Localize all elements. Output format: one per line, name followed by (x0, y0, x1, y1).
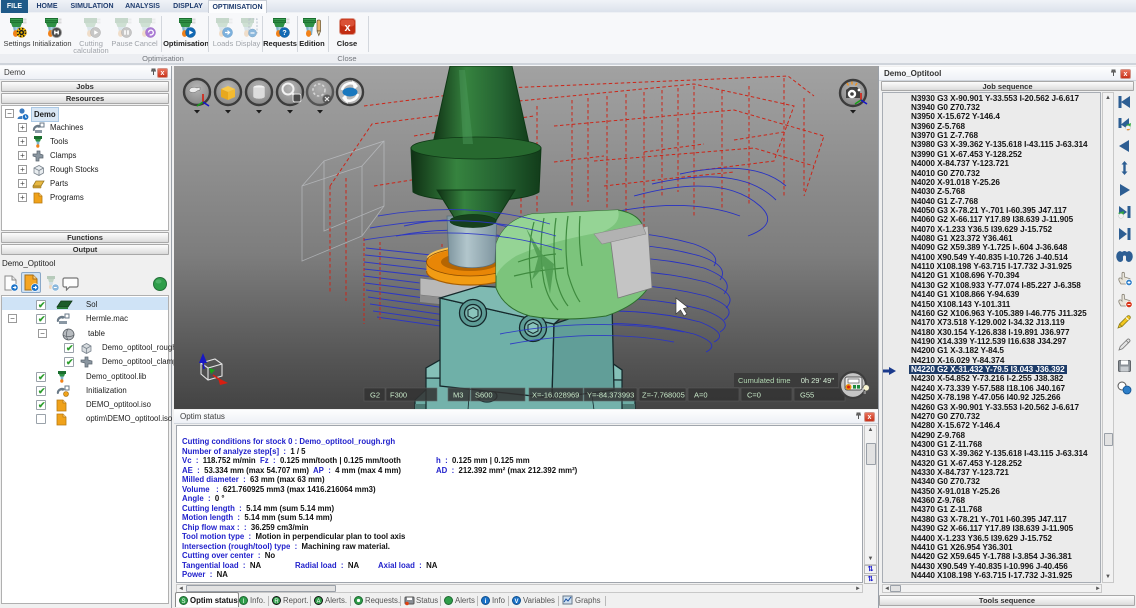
svg-text:R: R (274, 599, 279, 605)
svg-text:A: A (316, 599, 320, 605)
svg-text:0h 29' 49": 0h 29' 49" (801, 376, 835, 385)
svg-text:S: S (181, 599, 185, 605)
svg-text:?: ? (282, 30, 286, 37)
svg-text:S600: S600 (475, 391, 493, 400)
svg-text:C=0: C=0 (747, 391, 761, 400)
svg-text:F300: F300 (390, 391, 407, 400)
svg-text:x: x (345, 22, 352, 34)
svg-text:A=0: A=0 (694, 391, 708, 400)
svg-text:i: i (485, 598, 487, 605)
svg-text:G55: G55 (800, 391, 814, 400)
svg-text:Z=-7.768005: Z=-7.768005 (642, 391, 685, 400)
svg-text:G2: G2 (370, 391, 380, 400)
svg-text:X=-16.028969: X=-16.028969 (532, 391, 579, 400)
svg-text:Cumulated time: Cumulated time (738, 376, 791, 385)
svg-text:Y=-84.373993: Y=-84.373993 (587, 391, 634, 400)
svg-text:M3: M3 (453, 391, 463, 400)
svg-text:V: V (514, 599, 518, 605)
